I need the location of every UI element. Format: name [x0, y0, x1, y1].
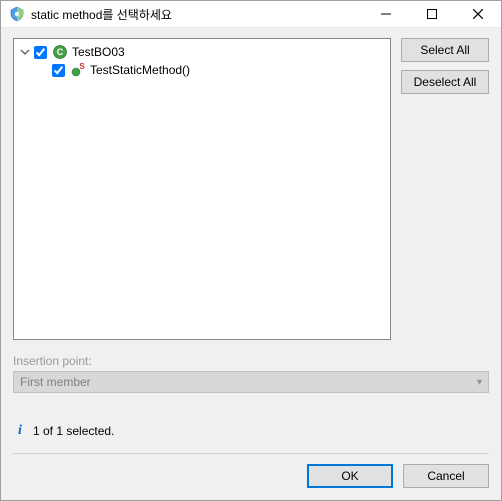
insertion-point-combo: First member ▾ — [13, 371, 489, 393]
minimize-button[interactable] — [363, 1, 409, 27]
cancel-button[interactable]: Cancel — [403, 464, 489, 488]
select-all-button[interactable]: Select All — [401, 38, 489, 62]
minimize-icon — [381, 9, 391, 19]
deselect-all-button[interactable]: Deselect All — [401, 70, 489, 94]
tree-node-checkbox[interactable] — [52, 64, 65, 77]
ok-button[interactable]: OK — [307, 464, 393, 488]
close-button[interactable] — [455, 1, 501, 27]
method-static-icon: S — [70, 62, 86, 78]
svg-text:C: C — [57, 47, 64, 57]
upper-row: C TestBO03 S TestStaticMethod() — [13, 38, 489, 340]
tree-node-class[interactable]: C TestBO03 — [16, 43, 388, 61]
tree-node-checkbox[interactable] — [34, 46, 47, 59]
dialog-body: C TestBO03 S TestStaticMethod() — [1, 28, 501, 500]
class-icon: C — [52, 44, 68, 60]
maximize-icon — [427, 9, 437, 19]
insertion-point-label: Insertion point: — [13, 354, 489, 368]
window-title: static method를 선택하세요 — [31, 6, 363, 23]
expand-toggle[interactable] — [18, 45, 32, 59]
close-icon — [473, 9, 483, 19]
tree-node-label: TestBO03 — [70, 45, 127, 59]
app-icon — [9, 6, 25, 22]
status-row: i 1 of 1 selected. — [13, 423, 489, 439]
tree-node-method[interactable]: S TestStaticMethod() — [16, 61, 388, 79]
window-controls — [363, 1, 501, 27]
insertion-point-value: First member — [20, 375, 91, 389]
divider — [13, 453, 489, 454]
maximize-button[interactable] — [409, 1, 455, 27]
info-icon: i — [13, 423, 27, 439]
chevron-down-icon: ▾ — [477, 377, 482, 388]
titlebar: static method를 선택하세요 — [1, 1, 501, 28]
footer-buttons: OK Cancel — [13, 464, 489, 488]
tree-panel[interactable]: C TestBO03 S TestStaticMethod() — [13, 38, 391, 340]
status-text: 1 of 1 selected. — [33, 424, 114, 438]
dialog-window: static method를 선택하세요 C — [0, 0, 502, 501]
svg-text:S: S — [79, 62, 85, 71]
tree-node-label: TestStaticMethod() — [88, 63, 192, 77]
chevron-down-icon — [20, 47, 30, 57]
insertion-point-section: Insertion point: First member ▾ — [13, 354, 489, 393]
side-buttons: Select All Deselect All — [401, 38, 489, 340]
